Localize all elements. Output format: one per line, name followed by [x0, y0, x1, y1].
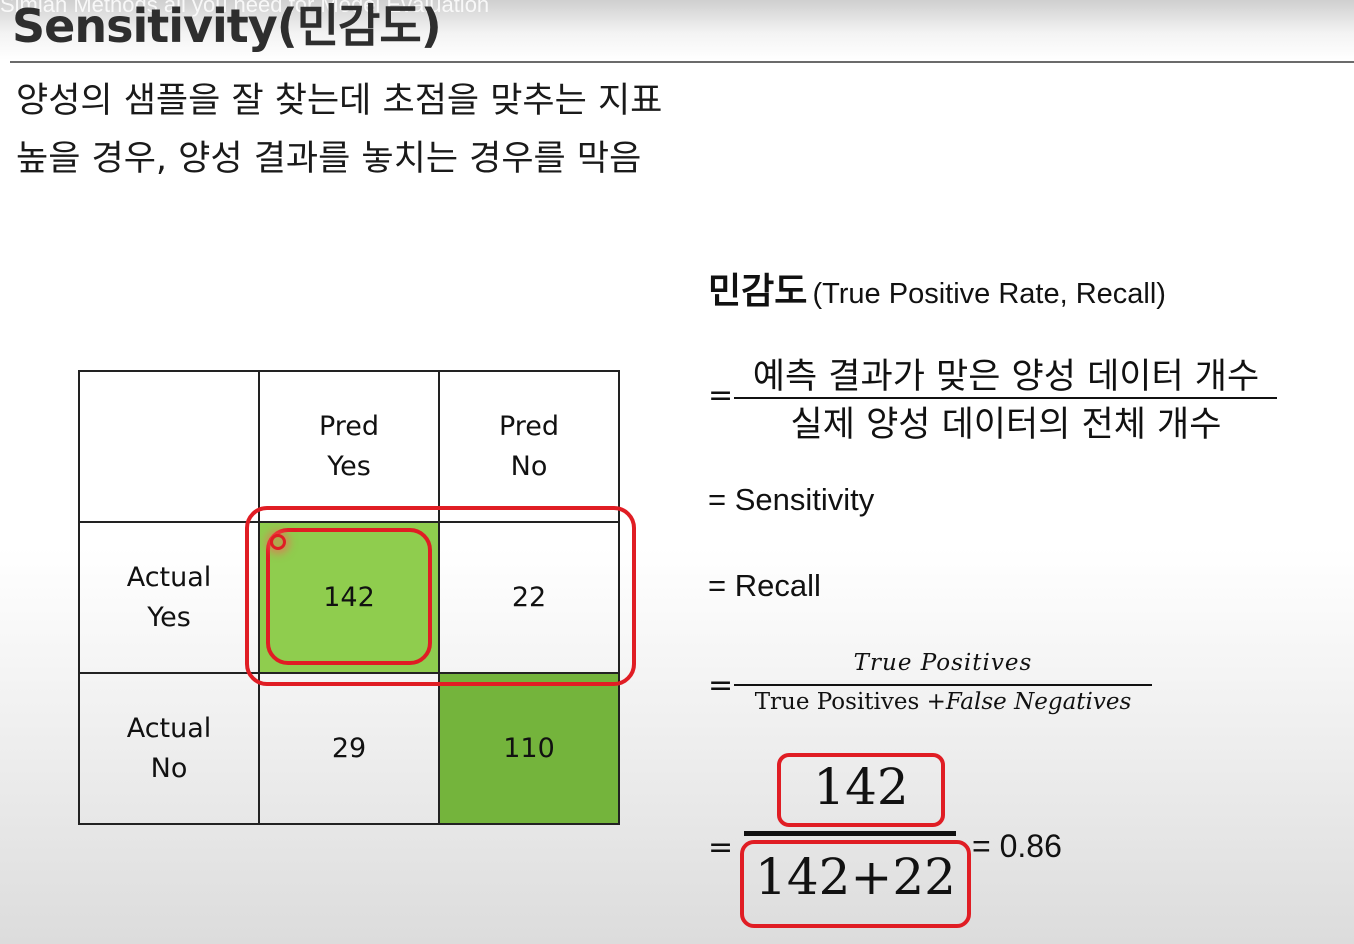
equals-sign-1: = — [708, 378, 734, 413]
equals-sign-3: = — [708, 830, 734, 865]
en-fraction-bar — [734, 684, 1152, 686]
formula-title: 민감도 (True Positive Rate, Recall) — [708, 262, 1166, 314]
en-fraction-numerator: True Positives — [853, 650, 1033, 676]
cell-false-positive: 29 — [258, 672, 440, 825]
denominator-true-positives: True Positives — [754, 689, 920, 715]
row-header-actual-no: Actual No — [78, 672, 260, 825]
formula-title-ko: 민감도 — [708, 271, 808, 312]
sensitivity-label: = Sensitivity — [708, 482, 875, 517]
row-header-actual-yes: Actual Yes — [78, 521, 260, 674]
col-header-pred-no: Pred No — [438, 370, 620, 523]
description-line-1: 양성의 샘플을 잘 찾는데 초점을 맞추는 지표 — [16, 81, 663, 121]
description-line-2: 높을 경우, 양성 결과를 놓치는 경우를 막음 — [16, 139, 642, 179]
true-positive-highlight — [266, 528, 432, 665]
matrix-corner — [78, 370, 260, 523]
result-value: = 0.86 — [972, 828, 1062, 864]
col-header-pred-yes: Pred Yes — [258, 370, 440, 523]
equals-sign-2: = — [708, 668, 734, 703]
ko-fraction-denominator: 실제 양성 데이터의 전체 개수 — [790, 405, 1222, 445]
heading-rule — [10, 61, 1354, 63]
cursor-pointer-dot — [270, 534, 286, 550]
recall-label: = Recall — [708, 568, 821, 603]
cell-true-negative: 110 — [438, 672, 620, 825]
denominator-value: 142+22 — [755, 848, 956, 906]
ko-fraction-numerator: 예측 결과가 맞은 양성 데이터 개수 — [752, 357, 1260, 397]
numerator-value: 142 — [813, 758, 909, 816]
page-heading: Sensitivity(민감도) — [12, 0, 442, 53]
denominator-false-negatives: +False Negatives — [926, 689, 1132, 715]
formula-title-en: (True Positive Rate, Recall) — [812, 278, 1166, 310]
en-fraction-denominator: True Positives +False Negatives — [734, 689, 1152, 715]
value-fraction-bar — [744, 831, 956, 836]
